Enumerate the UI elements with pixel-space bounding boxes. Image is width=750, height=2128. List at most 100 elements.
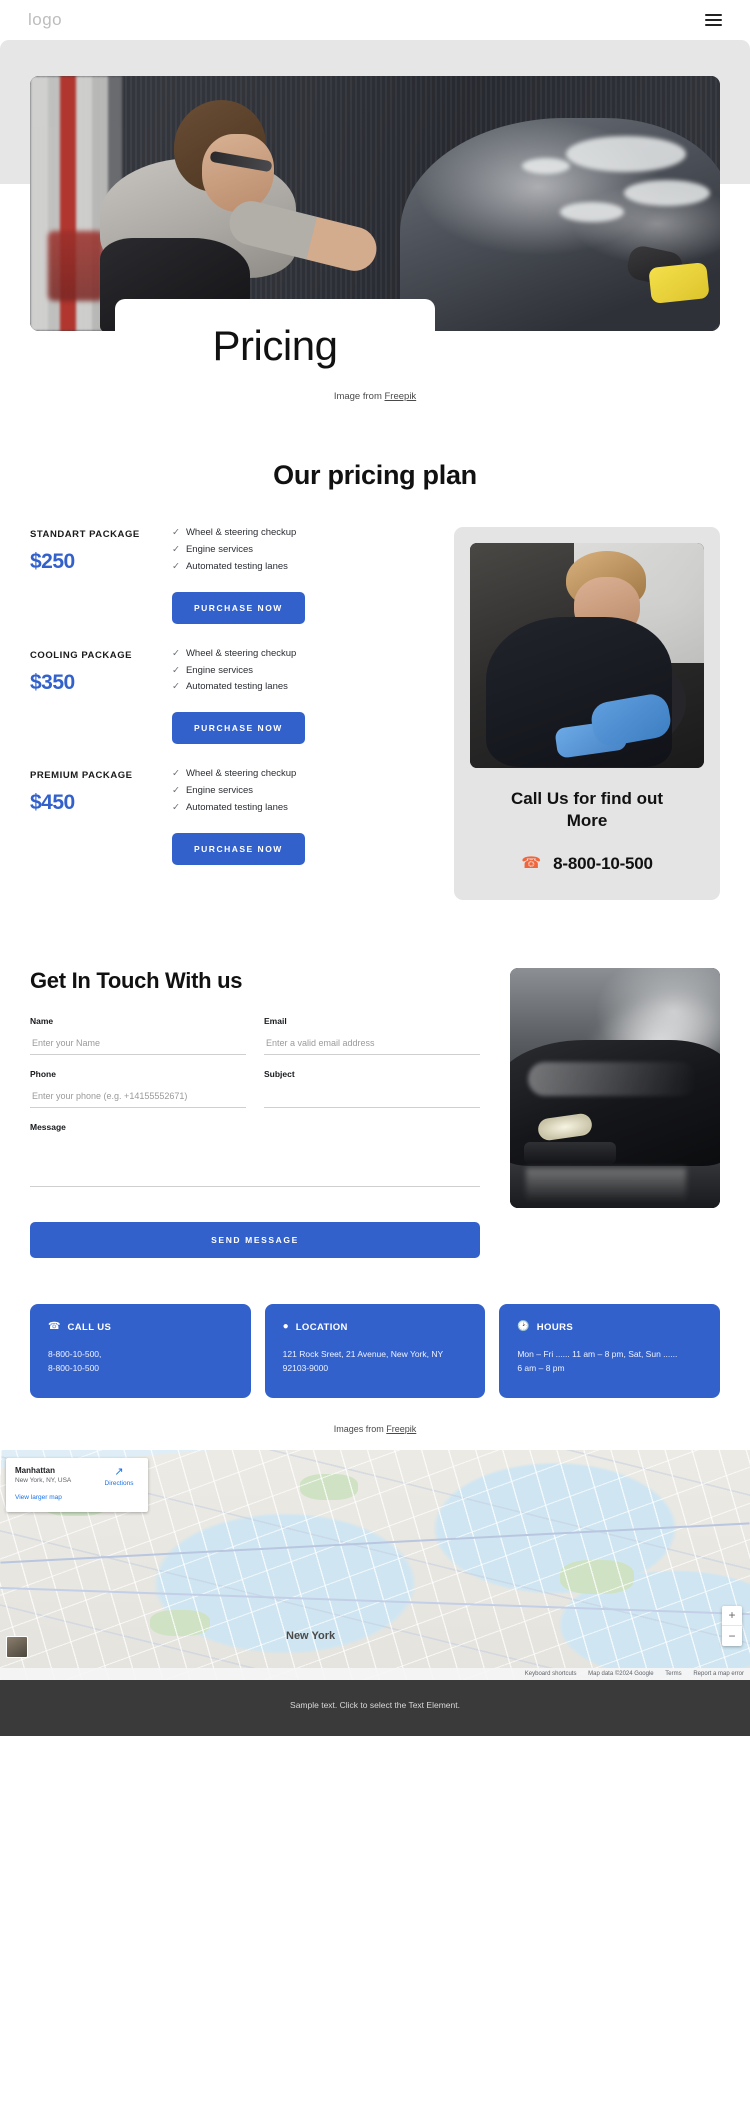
contact-image-wrap <box>510 967 720 1258</box>
info-card-call-us[interactable]: ☎ CALL US 8-800-10-500, 8-800-10-500 <box>30 1303 251 1398</box>
map-street-view-thumbnail[interactable] <box>6 1635 28 1658</box>
check-icon: ✓ <box>172 802 180 813</box>
call-card-phone-row[interactable]: ☎ 8-800-10-500 <box>470 854 704 874</box>
info-card-body: 121 Rock Sreet, 21 Avenue, New York, NY … <box>283 1347 468 1375</box>
message-label: Message <box>30 1121 66 1132</box>
phone-input[interactable] <box>30 1086 246 1108</box>
info-card-line: 8-800-10-500 <box>48 1362 100 1373</box>
info-card-line: 92103-9000 <box>282 1362 329 1373</box>
info-card-location[interactable]: ● LOCATION 121 Rock Sreet, 21 Avenue, Ne… <box>264 1303 486 1398</box>
images-credit-prefix: Images from <box>333 1423 387 1434</box>
hero-image-credit: Image from Freepik <box>0 381 750 402</box>
message-input[interactable] <box>30 1138 480 1187</box>
info-card-title: LOCATION <box>295 1321 348 1333</box>
call-card-image-interior <box>470 543 704 768</box>
hamburger-icon[interactable] <box>705 13 722 27</box>
hero-credit-link[interactable]: Freepik <box>385 391 417 402</box>
plan-name: PREMIUM PACKAGE <box>30 770 133 782</box>
pricing-section-title: Our pricing plan <box>273 460 477 490</box>
plan-feature-label: Engine services <box>185 543 254 555</box>
directions-label: Directions <box>104 1479 134 1487</box>
call-card-title: Call Us for find out More <box>510 789 664 830</box>
map-directions-button[interactable]: ↗ Directions <box>98 1465 140 1487</box>
hero-section: Pricing Image from Freepik <box>0 40 750 402</box>
purchase-now-button[interactable]: PURCHASE NOW <box>172 712 305 745</box>
map-keyboard-shortcuts[interactable]: Keyboard shortcuts <box>525 1671 577 1677</box>
info-card-header: ☎ CALL US <box>48 1322 233 1333</box>
plan-feature-label: Wheel & steering checkup <box>185 527 297 538</box>
email-label: Email <box>264 1015 287 1026</box>
plan-feature: ✓ Engine services <box>172 544 430 556</box>
site-footer: Sample text. Click to select the Text El… <box>0 1679 750 1736</box>
hero-credit-prefix: Image from <box>333 391 385 402</box>
name-input[interactable] <box>30 1033 246 1055</box>
info-card-line: 8-800-10-500, <box>48 1348 102 1359</box>
view-larger-map-link[interactable]: View larger map <box>15 1494 62 1501</box>
clock-icon: 🕑 <box>517 1321 530 1332</box>
plan-feature: ✓ Automated testing lanes <box>172 681 430 693</box>
plan-summary: PREMIUM PACKAGE $450 <box>30 768 150 865</box>
email-field-group: Email <box>264 1016 480 1055</box>
pricing-plan-row: PREMIUM PACKAGE $450 ✓ Wheel & steering … <box>30 768 430 889</box>
map-zoom-in-button[interactable]: + <box>722 1606 742 1626</box>
plan-summary: COOLING PACKAGE $350 <box>30 648 150 745</box>
contact-row-2: Phone Subject <box>30 1069 480 1122</box>
contact-section: Get In Touch With us Name Email Phone Su… <box>0 900 750 1258</box>
check-icon: ✓ <box>172 647 180 659</box>
email-input[interactable] <box>264 1033 480 1055</box>
info-card-line: Mon – Fri ...... 11 am – 8 pm, Sat, Sun … <box>517 1348 678 1359</box>
subject-input[interactable] <box>264 1086 480 1108</box>
hero-image-carwash <box>30 76 720 331</box>
map-embed[interactable]: New York Manhattan New York, NY, USA Vie… <box>0 1449 750 1680</box>
info-card-hours[interactable]: 🕑 HOURS Mon – Fri ...... 11 am – 8 pm, S… <box>499 1303 721 1398</box>
page-root: logo Pricing Image from Freepik Our pric… <box>0 0 750 1736</box>
map-report-error-link[interactable]: Report a map error <box>693 1671 744 1677</box>
images-credit-link[interactable]: Freepik <box>386 1424 416 1434</box>
plan-price: $350 <box>30 670 75 694</box>
map-terms-link[interactable]: Terms <box>665 1671 681 1677</box>
purchase-now-button[interactable]: PURCHASE NOW <box>172 591 305 624</box>
map-zoom-out-button[interactable]: − <box>722 1626 742 1646</box>
phone-field-group: Phone <box>30 1069 246 1108</box>
send-message-button[interactable]: SEND MESSAGE <box>30 1221 480 1258</box>
info-card-line: 121 Rock Sreet, 21 Avenue, New York, NY <box>282 1348 444 1359</box>
plan-feature: ✓ Wheel & steering checkup <box>172 527 430 539</box>
plan-feature-label: Wheel & steering checkup <box>185 768 297 780</box>
plan-details: ✓ Wheel & steering checkup ✓ Engine serv… <box>150 768 430 865</box>
call-us-card: Call Us for find out More ☎ 8-800-10-500 <box>454 527 720 900</box>
pricing-grid: STANDART PACKAGE $250 ✓ Wheel & steering… <box>30 527 720 900</box>
purchase-now-button[interactable]: PURCHASE NOW <box>172 832 305 865</box>
plan-price: $450 <box>30 791 75 815</box>
name-label: Name <box>30 1015 54 1026</box>
phone-icon: ☎ <box>48 1321 61 1332</box>
directions-arrow-icon: ↗ <box>114 1465 124 1478</box>
plan-feature-label: Engine services <box>185 785 254 797</box>
logo[interactable]: logo <box>28 10 62 30</box>
phone-label: Phone <box>30 1068 56 1079</box>
footer-text[interactable]: Sample text. Click to select the Text El… <box>290 1700 460 1710</box>
call-card-phone-number[interactable]: 8-800-10-500 <box>553 854 653 874</box>
plan-summary: STANDART PACKAGE $250 <box>30 527 150 624</box>
plan-feature: ✓ Wheel & steering checkup <box>172 648 430 660</box>
subject-label: Subject <box>264 1068 295 1079</box>
check-icon: ✓ <box>172 664 180 676</box>
pricing-plan-row: COOLING PACKAGE $350 ✓ Wheel & steering … <box>30 648 430 769</box>
map-zoom-controls[interactable]: + − <box>722 1605 742 1646</box>
phone-icon: ☎ <box>521 854 542 872</box>
info-card-title: HOURS <box>536 1321 574 1333</box>
plan-feature: ✓ Engine services <box>172 665 430 677</box>
plan-feature-label: Automated testing lanes <box>185 560 288 572</box>
info-card-body: Mon – Fri ...... 11 am – 8 pm, Sat, Sun … <box>517 1347 702 1375</box>
plan-feature: ✓ Wheel & steering checkup <box>172 768 430 780</box>
message-field-group: Message <box>30 1122 480 1192</box>
page-title-card: Pricing <box>115 299 435 377</box>
page-title: Pricing <box>212 322 338 369</box>
check-icon: ✓ <box>172 785 180 797</box>
images-credit: Images from Freepik <box>0 1398 750 1450</box>
check-icon: ✓ <box>172 681 180 693</box>
info-card-header: ● LOCATION <box>283 1322 468 1333</box>
plan-name: STANDART PACKAGE <box>30 529 140 540</box>
subject-field-group: Subject <box>264 1069 480 1108</box>
map-data-attribution: Map data ©2024 Google <box>588 1670 654 1677</box>
site-header: logo <box>0 0 750 40</box>
